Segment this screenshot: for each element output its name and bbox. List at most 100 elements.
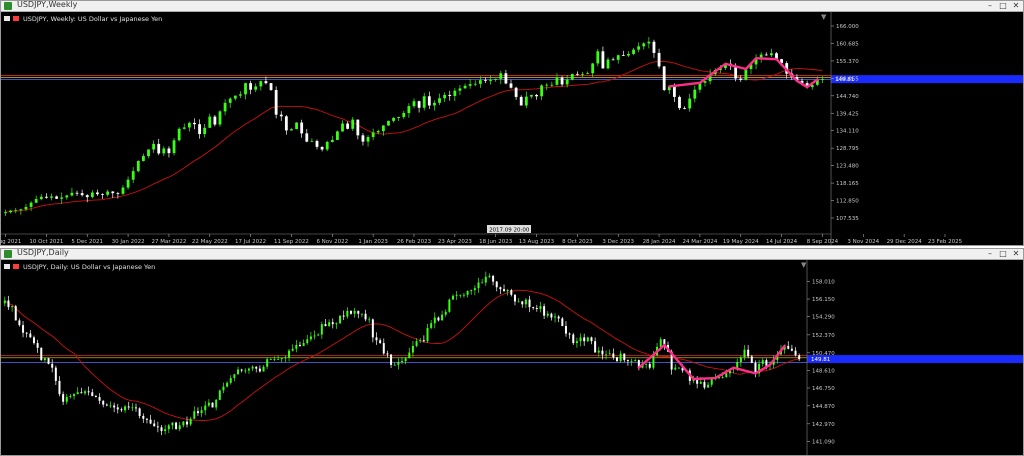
candle xyxy=(254,83,258,93)
candle-body xyxy=(790,348,793,351)
candle xyxy=(126,176,130,190)
candle-body xyxy=(34,199,38,203)
candle-body xyxy=(411,345,414,353)
candle-body xyxy=(674,367,677,370)
candle xyxy=(70,187,74,197)
candle-body xyxy=(381,125,385,132)
candle-body xyxy=(448,94,452,96)
candle-body xyxy=(360,313,363,315)
candle-body xyxy=(572,334,575,344)
candle-body xyxy=(102,400,105,405)
candle-body xyxy=(164,429,167,432)
weekly-chart-window[interactable]: USDJPY,Weekly – □ ✕ USDJPY, Weekly: US D… xyxy=(0,0,1024,246)
candle-body xyxy=(300,122,304,134)
candle-body xyxy=(652,41,656,53)
candle-body xyxy=(339,315,342,324)
candle xyxy=(218,110,222,127)
candle-body xyxy=(499,287,502,290)
candle xyxy=(379,338,382,344)
minimize-button[interactable]: – xyxy=(985,1,995,11)
candle-body xyxy=(433,317,436,324)
candle-body xyxy=(739,357,742,362)
candle-body xyxy=(162,148,166,154)
candle xyxy=(269,358,272,360)
candle-body xyxy=(277,359,280,360)
scroll-marker-icon[interactable]: ▼ xyxy=(821,13,827,21)
candle xyxy=(162,146,166,157)
candle xyxy=(504,69,508,85)
candle xyxy=(488,273,491,279)
candle-body xyxy=(29,333,32,338)
candle-body xyxy=(419,340,422,342)
weekly-title-bar[interactable]: USDJPY,Weekly – □ ✕ xyxy=(1,0,1023,12)
candle-body xyxy=(60,197,64,199)
candle-body xyxy=(279,114,283,117)
time-tick-label: 8 Oct 2023 xyxy=(562,239,593,245)
candle xyxy=(674,364,677,371)
candle xyxy=(645,363,648,369)
maximize-button[interactable]: □ xyxy=(998,1,1008,11)
candle-body xyxy=(652,355,655,368)
candle-body xyxy=(379,340,382,344)
drawn-pattern-line[interactable] xyxy=(668,57,819,89)
candle-body xyxy=(601,51,605,69)
candle-body xyxy=(616,55,620,60)
price-tick-label: 166.000 xyxy=(836,24,859,30)
candle xyxy=(335,322,338,329)
current-price-tag xyxy=(807,355,1023,364)
candle xyxy=(120,407,123,413)
candle-body xyxy=(462,294,465,296)
candle xyxy=(605,350,608,360)
daily-chart-window[interactable]: USDJPY,Daily – □ ✕ USDJPY, Daily: US Dol… xyxy=(0,248,1024,456)
candle-body xyxy=(794,350,797,356)
candle-body xyxy=(750,356,753,363)
candle-body xyxy=(237,369,240,375)
daily-plot-area[interactable]: USDJPY, Daily: US Dollar vs Japanese Yen… xyxy=(1,260,1023,455)
candle xyxy=(43,357,46,363)
scroll-marker-icon[interactable]: ▼ xyxy=(801,261,807,269)
candle xyxy=(426,323,429,344)
close-button[interactable]: ✕ xyxy=(1011,1,1021,11)
candle-body xyxy=(80,193,84,196)
daily-window-title: USDJPY,Daily xyxy=(17,248,69,257)
candle-body xyxy=(821,79,824,81)
close-button[interactable]: ✕ xyxy=(1011,249,1021,259)
candle xyxy=(229,375,232,385)
candle-body xyxy=(397,362,400,365)
candle-body xyxy=(509,83,513,88)
weekly-plot-area[interactable]: USDJPY, Weekly: US Dollar vs Japanese Ye… xyxy=(1,12,1023,245)
candle xyxy=(149,414,152,425)
candle-body xyxy=(39,196,43,200)
candle xyxy=(703,378,706,390)
candle xyxy=(147,149,150,159)
candle xyxy=(509,79,513,89)
candle xyxy=(637,42,641,53)
candle-body xyxy=(739,78,743,80)
candle xyxy=(19,208,23,215)
candle xyxy=(34,195,38,204)
candle-body xyxy=(310,140,314,142)
candle-body xyxy=(328,322,331,327)
candle-body xyxy=(160,427,163,432)
weekly-candlestick-chart[interactable]: USDJPY, Weekly: US Dollar vs Japanese Ye… xyxy=(1,12,1023,245)
candle-body xyxy=(54,367,57,381)
candle xyxy=(274,86,278,119)
candle xyxy=(535,93,538,100)
candle-body xyxy=(565,79,569,85)
minimize-button[interactable]: – xyxy=(985,249,995,259)
candle-body xyxy=(734,66,738,79)
candle xyxy=(90,190,94,199)
candle-body xyxy=(594,341,597,353)
candle xyxy=(226,381,229,388)
candle-body xyxy=(736,362,739,368)
daily-candlestick-chart[interactable]: USDJPY, Daily: US Dollar vs Japanese Yen… xyxy=(1,260,1023,455)
candle xyxy=(632,47,635,56)
candle xyxy=(342,310,345,321)
daily-title-bar[interactable]: USDJPY,Daily – □ ✕ xyxy=(1,248,1023,260)
candle-body xyxy=(672,86,676,97)
candle-body xyxy=(171,422,174,426)
candle-body xyxy=(136,160,140,172)
maximize-button[interactable]: □ xyxy=(998,249,1008,259)
crosshair-date-label: 2017.09 20:00 xyxy=(489,228,530,234)
candle-body xyxy=(313,335,316,337)
